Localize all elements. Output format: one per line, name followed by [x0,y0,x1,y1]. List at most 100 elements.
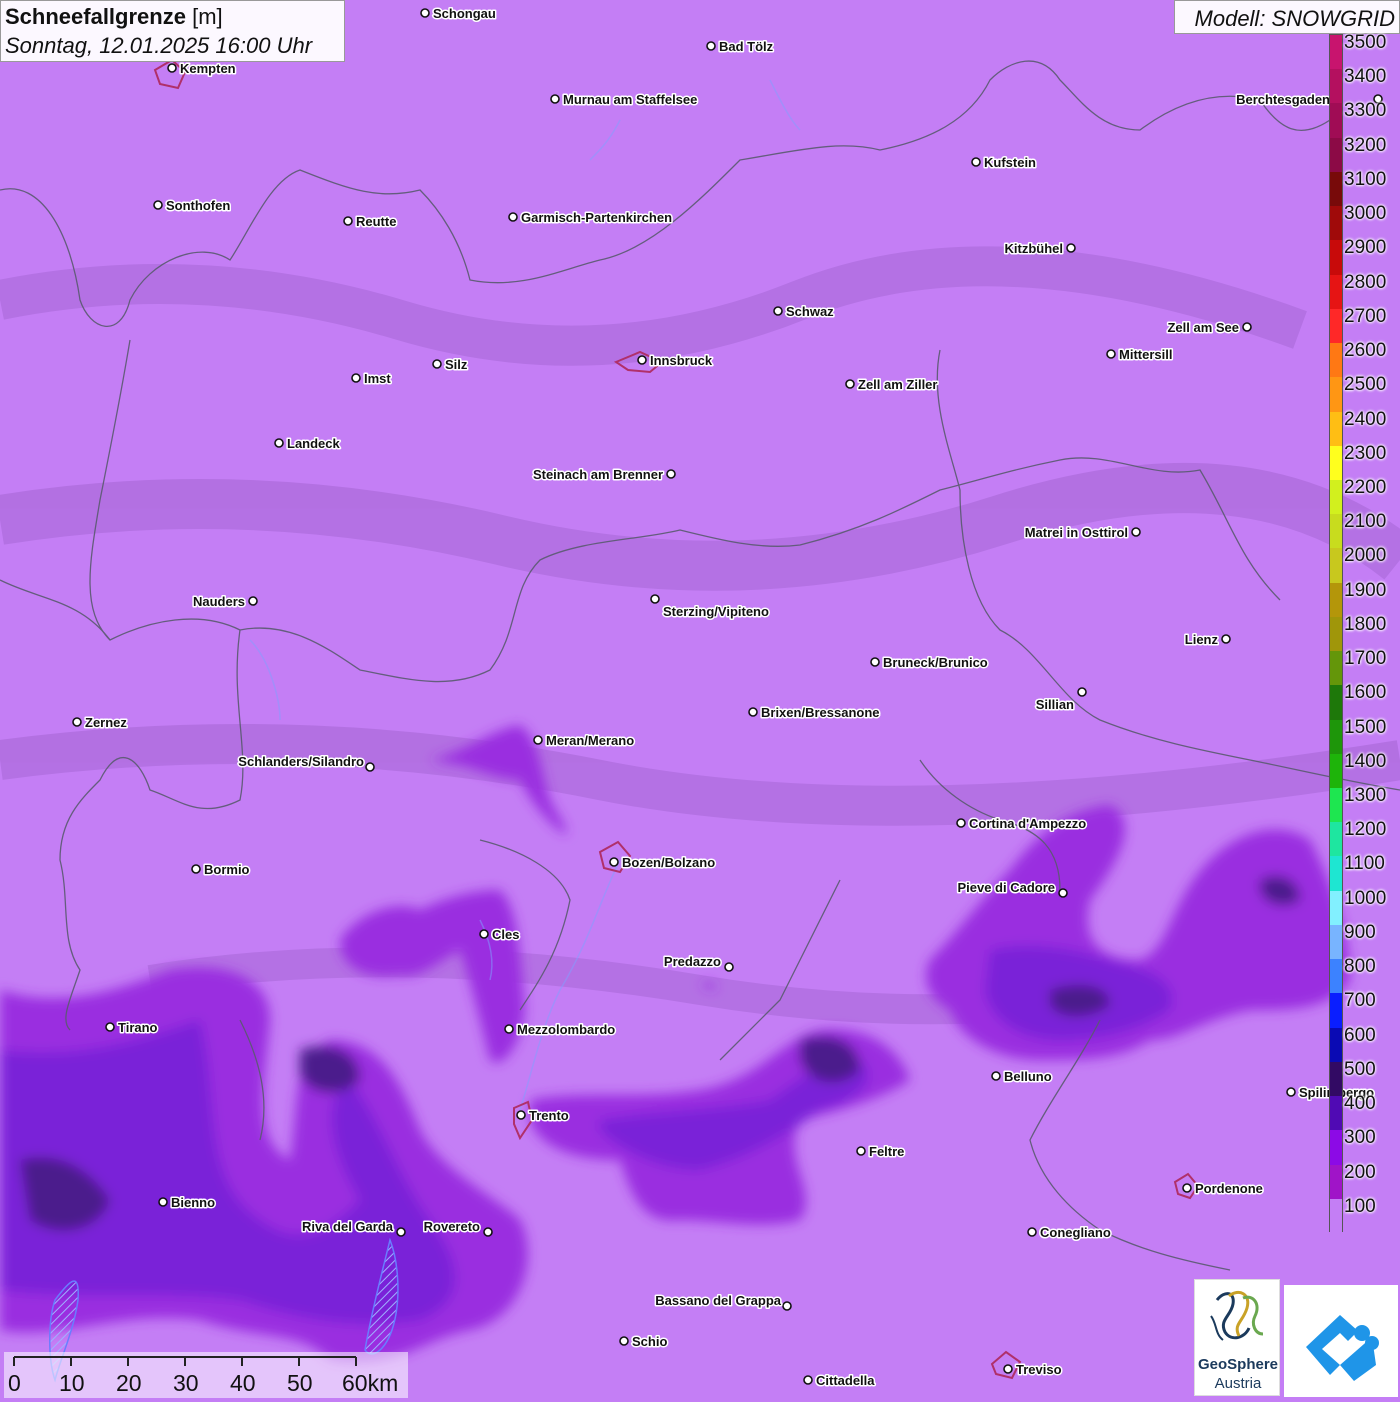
city-label: Cortina d'Ampezzo [969,816,1086,831]
city-dot [1286,1087,1296,1097]
city-label: Silz [445,357,468,372]
legend-swatch-1300 [1330,788,1342,823]
city-dot [1106,349,1116,359]
city-marker[interactable]: Bruneck/Brunico [870,654,989,672]
legend-swatch-2500 [1330,377,1342,412]
legend-swatch-3100 [1330,171,1342,207]
city-dot [991,1071,1001,1081]
city-dot [1182,1183,1192,1193]
scale-label: 10 [59,1370,85,1396]
geosphere-logo-line2: Austria [1214,1375,1262,1392]
city-marker[interactable]: Steinach am Brenner [531,466,676,484]
city-marker[interactable]: Riva del Garda [300,1218,406,1237]
legend-swatch-100 [1330,1198,1342,1234]
city-dot [167,63,177,73]
city-dot [666,469,676,479]
city-dot [365,762,375,772]
legend-swatch-3300 [1330,103,1342,139]
geosphere-logo[interactable]: GeoSphere Austria [1194,1279,1280,1396]
legend-label-500: 500 [1344,1058,1376,1080]
city-marker[interactable]: Innsbruck [637,352,714,370]
legend-label-2700: 2700 [1344,305,1387,327]
scale-label: 50 [287,1370,313,1396]
city-dot [619,1336,629,1346]
city-dot [533,735,543,745]
legend-label-700: 700 [1344,990,1376,1012]
city-dot [637,355,647,365]
scale-label: 30 [173,1370,199,1396]
legend-label-1300: 1300 [1344,785,1387,807]
legend-label-1000: 1000 [1344,887,1387,909]
city-marker[interactable]: Sonthofen [153,197,232,215]
city-dot [550,94,560,104]
city-label: Conegliano [1040,1225,1111,1240]
app-logo[interactable] [1284,1285,1398,1397]
city-dot [153,200,163,210]
city-marker[interactable]: Bozen/Bolzano [609,854,717,872]
city-dot [1242,322,1252,332]
legend-swatch-2800 [1330,274,1342,310]
city-marker[interactable]: Matrei in Osttirol [1023,524,1141,542]
geosphere-emblem-icon [1210,1291,1264,1341]
city-dot [274,438,284,448]
city-marker[interactable]: Schlanders/Silandro [237,753,375,772]
city-marker[interactable]: Murnau am Staffelsee [550,91,699,109]
city-label: Imst [364,371,391,386]
city-marker[interactable]: Schongau [420,5,497,23]
city-dot [856,1146,866,1156]
city-marker[interactable]: Meran/Merano [533,732,636,750]
legend-label-800: 800 [1344,956,1376,978]
city-label: Tirano [118,1020,158,1035]
legend-label-1900: 1900 [1344,579,1387,601]
city-label: Kitzbühel [1005,241,1064,256]
city-dot [782,1301,792,1311]
city-label: Treviso [1016,1362,1062,1377]
city-label: Sillian [1036,697,1074,712]
city-dot [1077,687,1087,697]
city-label: Riva del Garda [302,1219,394,1234]
legend-swatch-3400 [1330,69,1342,104]
legend-swatch-1500 [1330,719,1342,755]
legend-label-1200: 1200 [1344,819,1387,841]
city-dot [971,157,981,167]
city-label: Mezzolombardo [517,1022,615,1037]
city-label: Steinach am Brenner [533,467,663,482]
city-marker[interactable]: Pieve di Cadore [956,879,1068,898]
city-marker[interactable]: Zell am See [1166,319,1252,337]
city-marker[interactable]: Zell am Ziller [845,376,939,394]
city-label: Feltre [869,1144,904,1159]
city-dot [650,594,660,604]
legend-swatch-700 [1330,993,1342,1029]
legend-label-3300: 3300 [1344,100,1387,122]
city-marker[interactable]: Cortina d'Ampezzo [956,815,1088,833]
legend-label-2400: 2400 [1344,408,1387,430]
city-dot [845,379,855,389]
city-marker[interactable]: Garmisch-Partenkirchen [508,209,674,227]
legend-swatch-2400 [1330,411,1342,447]
city-label: Pieve di Cadore [957,880,1055,895]
legend-label-100: 100 [1344,1195,1376,1217]
legend-swatch-3200 [1330,137,1342,173]
city-dot [706,41,716,51]
city-label: Sonthofen [166,198,230,213]
geosphere-logo-line1: GeoSphere [1197,1356,1279,1373]
legend-swatch-2000 [1330,548,1342,584]
city-marker[interactable]: Conegliano [1027,1224,1112,1242]
legend-label-2100: 2100 [1344,511,1387,533]
scale-label: 0 [8,1370,21,1396]
legend-swatch-2100 [1330,514,1342,549]
city-label: Schlanders/Silandro [238,754,364,769]
city-marker[interactable]: Mezzolombardo [504,1021,617,1039]
legend-label-2000: 2000 [1344,545,1387,567]
map-title: Schneefallgrenze [m] [5,4,223,29]
city-dot [803,1375,813,1385]
city-marker[interactable]: Brixen/Bressanone [748,704,881,722]
city-dot [343,216,353,226]
legend-swatch-3000 [1330,206,1342,241]
city-label: Rovereto [424,1219,480,1234]
snowfall-limit-map[interactable]: Schongau Bad Tölz Kempten Murnau am Staffel… [0,0,1400,1400]
city-marker[interactable]: Pordenone [1182,1180,1264,1198]
city-marker[interactable]: Bassano del Grappa [654,1292,792,1311]
legend-swatch-400 [1330,1096,1342,1131]
legend-swatch-2300 [1330,445,1342,481]
